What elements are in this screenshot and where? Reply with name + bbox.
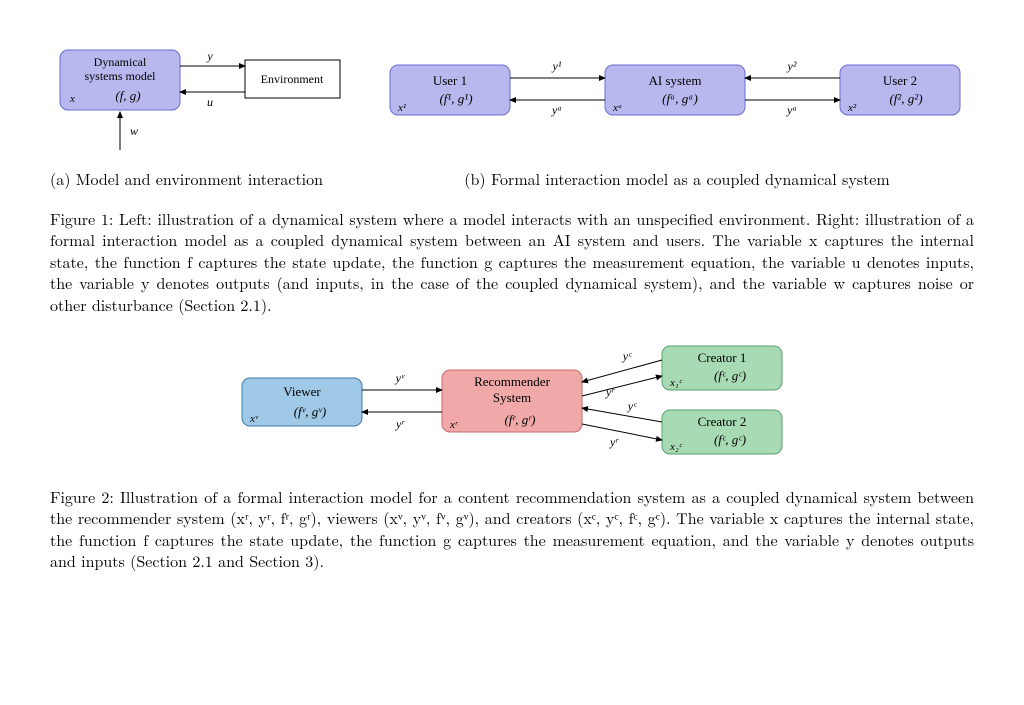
subcaption-b: (b) Formal interaction model as a couple… [380, 168, 974, 190]
user2-fg: (f², g²) [889, 91, 922, 106]
figure-2-caption: Figure 2: Illustration of a formal inter… [50, 486, 974, 572]
label-x: x [69, 93, 75, 105]
label-y1: y¹ [552, 59, 562, 73]
figure-1b-svg: User 1 (f¹, g¹) x¹ AI system (fᵃ, gᵃ) xᵃ… [380, 40, 980, 150]
ai-fg: (fᵃ, gᵃ) [662, 91, 698, 106]
model-title-1: Dynamical [94, 55, 147, 69]
label-xc2: x₂ᶜ [669, 441, 683, 453]
figure-1-row: Dynamical systems model (f, g) x Environ… [50, 40, 974, 160]
label-ya-right: yᵃ [786, 103, 797, 117]
figure-1a-svg: Dynamical systems model (f, g) x Environ… [50, 40, 350, 160]
label-xa: xᵃ [612, 102, 622, 114]
figure-2: Viewer (fᵛ, gᵛ) xᵛ Recommender System (f… [50, 338, 974, 468]
label-ya-left: yᵃ [551, 103, 562, 117]
creator2-fg: (fᶜ, gᶜ) [714, 432, 746, 447]
env-title: Environment [261, 72, 324, 86]
label-yr-top: yʳ [605, 385, 615, 399]
user1-title: User 1 [433, 73, 467, 88]
label-w: w [130, 124, 138, 138]
figure-2-caption-text: Illustration of a formal interaction mod… [50, 485, 974, 573]
subcaption-a: (a) Model and environment interaction [50, 168, 350, 190]
viewer-fg: (fᵛ, gᵛ) [294, 404, 327, 419]
label-u: u [207, 95, 213, 109]
label-y2: y² [787, 59, 797, 73]
figure-1-subcaptions: (a) Model and environment interaction (b… [50, 162, 974, 190]
figure-1-caption: Figure 1: Left: illustration of a dynami… [50, 208, 974, 316]
label-y: y [206, 49, 213, 63]
figure-1-caption-lead: Figure 1: [50, 207, 113, 230]
rec-title-1: Recommender [474, 374, 550, 389]
label-xc1: x₁ᶜ [669, 377, 683, 389]
label-yv: yᵛ [395, 371, 405, 385]
creator1-title: Creator 1 [698, 350, 747, 365]
model-title-2: systems model [85, 69, 157, 83]
figure-1a: Dynamical systems model (f, g) x Environ… [50, 40, 350, 160]
figure-1-caption-text: Left: illustration of a dynamical system… [50, 207, 974, 316]
label-yc-bot: yᶜ [627, 399, 637, 413]
figure-2-caption-lead: Figure 2: [50, 485, 114, 508]
label-yr-left: yʳ [395, 417, 405, 431]
label-xv: xᵛ [249, 413, 259, 425]
label-yc-top: yᶜ [622, 349, 632, 363]
label-x2: x² [847, 102, 857, 114]
figure-2-svg: Viewer (fᵛ, gᵛ) xᵛ Recommender System (f… [232, 338, 792, 468]
creator1-fg: (fᶜ, gᶜ) [714, 368, 746, 383]
rec-title-2: System [493, 390, 531, 405]
rec-fg: (fʳ, gʳ) [504, 412, 535, 427]
viewer-title: Viewer [283, 384, 321, 399]
label-x1: x¹ [397, 102, 406, 114]
creator2-title: Creator 2 [698, 414, 747, 429]
ai-title: AI system [648, 73, 701, 88]
user2-title: User 2 [883, 73, 917, 88]
figure-1b: User 1 (f¹, g¹) x¹ AI system (fᵃ, gᵃ) xᵃ… [380, 40, 980, 150]
user1-fg: (f¹, g¹) [439, 91, 472, 106]
label-yr-bot: yʳ [609, 435, 619, 449]
model-fg: (f, g) [115, 88, 140, 103]
